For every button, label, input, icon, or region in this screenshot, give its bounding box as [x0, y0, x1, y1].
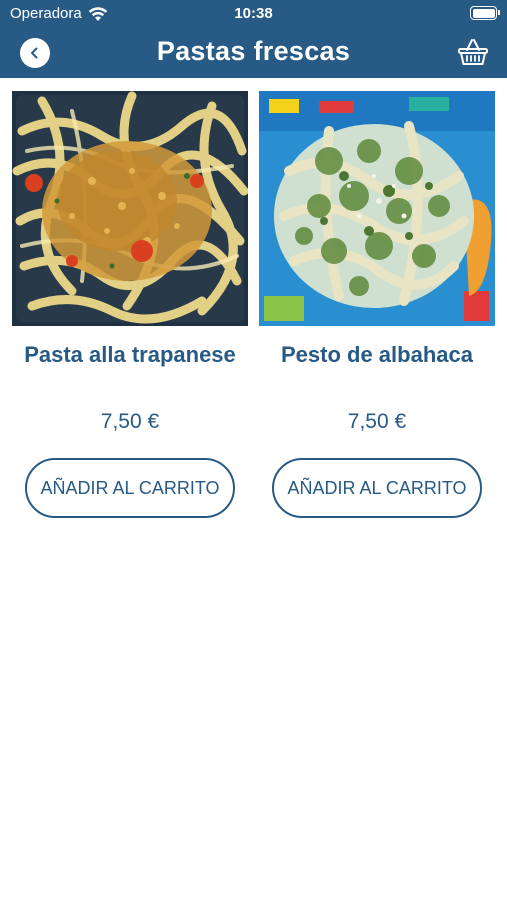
- page-title: Pastas frescas: [156, 36, 351, 66]
- product-name: Pasta alla trapanese: [24, 342, 236, 367]
- product-price: 7,50 €: [347, 410, 407, 433]
- product-name: Pesto de albahaca: [281, 342, 473, 367]
- nav-bar: Pastas frescas: [0, 28, 507, 78]
- status-bar: Operadora 10:38: [0, 0, 507, 28]
- product-card[interactable]: Pesto de albahaca 7,50 € AÑADIR AL CARRI…: [259, 91, 495, 518]
- top-bar: Operadora 10:38 Pastas frescas: [0, 0, 507, 78]
- battery-level: [472, 8, 495, 18]
- product-card[interactable]: Pasta alla trapanese 7,50 € AÑADIR AL CA…: [12, 91, 248, 518]
- shopping-basket-icon[interactable]: [457, 37, 489, 67]
- product-image[interactable]: [259, 91, 495, 326]
- product-image[interactable]: [12, 91, 248, 326]
- battery-icon: [470, 6, 500, 20]
- status-time: 10:38: [234, 5, 273, 22]
- add-to-cart-button[interactable]: AÑADIR AL CARRITO: [25, 458, 235, 518]
- add-to-cart-button[interactable]: AÑADIR AL CARRITO: [272, 458, 482, 518]
- product-price: 7,50 €: [100, 410, 160, 433]
